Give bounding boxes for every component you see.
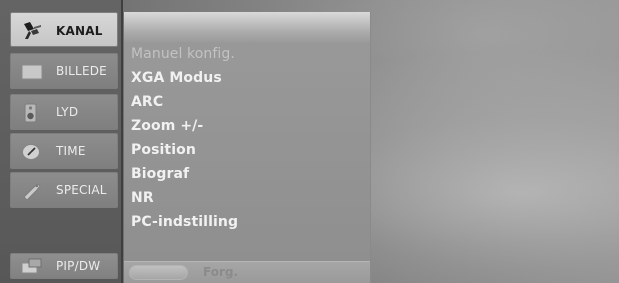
tab-time[interactable]: TIME [10,133,118,169]
menu-item-manuel-konfig[interactable]: Manuel konfig. [131,46,235,62]
menu-item-pc-indstilling[interactable]: PC-indstilling [131,214,238,230]
tab-lyd-label: LYD [56,105,79,119]
tab-billede[interactable]: BILLEDE [10,53,118,89]
kanal-submenu: Manuel konfig. XGA Modus ARC Zoom +/- Po… [123,12,371,283]
tab-special-label: SPECIAL [56,183,107,197]
menu-item-xga-modus[interactable]: XGA Modus [131,70,222,86]
picture-icon [21,62,43,82]
tab-lyd[interactable]: LYD [10,94,118,130]
main-menu-sidebar: KANAL BILLEDE LYD TIME SPECIAL PIP/DW [0,0,123,283]
menu-item-arc[interactable]: ARC [131,94,163,110]
menu-item-position[interactable]: Position [131,142,196,158]
menu-item-zoom[interactable]: Zoom +/- [131,118,203,134]
tab-pip-dw[interactable]: PIP/DW [10,253,118,279]
speaker-icon [21,103,43,123]
tab-time-label: TIME [56,144,86,158]
footer-label: Forg. [203,265,239,279]
tab-kanal[interactable]: KANAL [10,12,118,47]
tag-icon [21,181,43,201]
menu-item-nr[interactable]: NR [131,190,154,206]
clock-icon [21,142,43,162]
tab-kanal-label: KANAL [56,24,103,38]
pip-icon [21,257,43,277]
tab-special[interactable]: SPECIAL [10,172,118,208]
menu-item-biograf[interactable]: Biograf [131,166,189,182]
tab-pip-dw-label: PIP/DW [56,259,101,273]
submenu-header [124,12,370,42]
submenu-footer: Forg. [124,261,370,283]
tv-menu-screen: KANAL BILLEDE LYD TIME SPECIAL PIP/DW Ma… [0,0,619,283]
back-button[interactable] [129,265,188,280]
tab-billede-label: BILLEDE [56,64,107,78]
satellite-icon [21,21,43,41]
